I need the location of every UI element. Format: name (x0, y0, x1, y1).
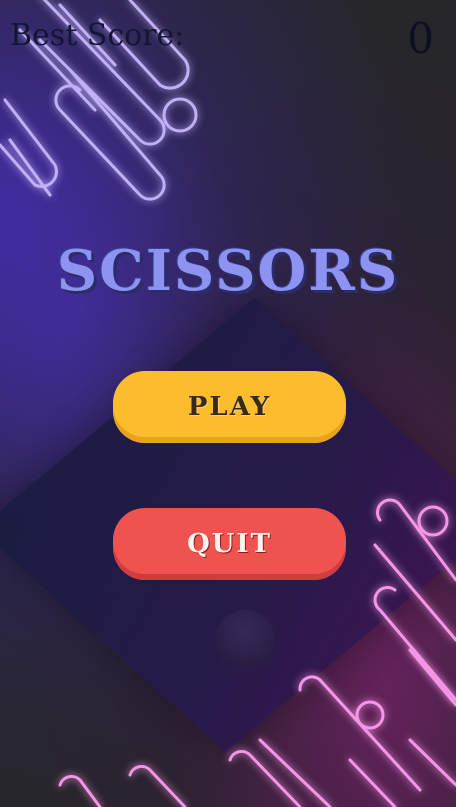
best-score-value: 0 (407, 14, 434, 63)
quit-button[interactable]: QUIT (113, 508, 346, 580)
game-title: SCISSORS (56, 238, 400, 304)
quit-button-label: QUIT (187, 529, 272, 559)
play-button[interactable]: PLAY (113, 371, 346, 443)
play-button-label: PLAY (187, 392, 272, 422)
best-score-label: Best Score: (10, 18, 185, 53)
